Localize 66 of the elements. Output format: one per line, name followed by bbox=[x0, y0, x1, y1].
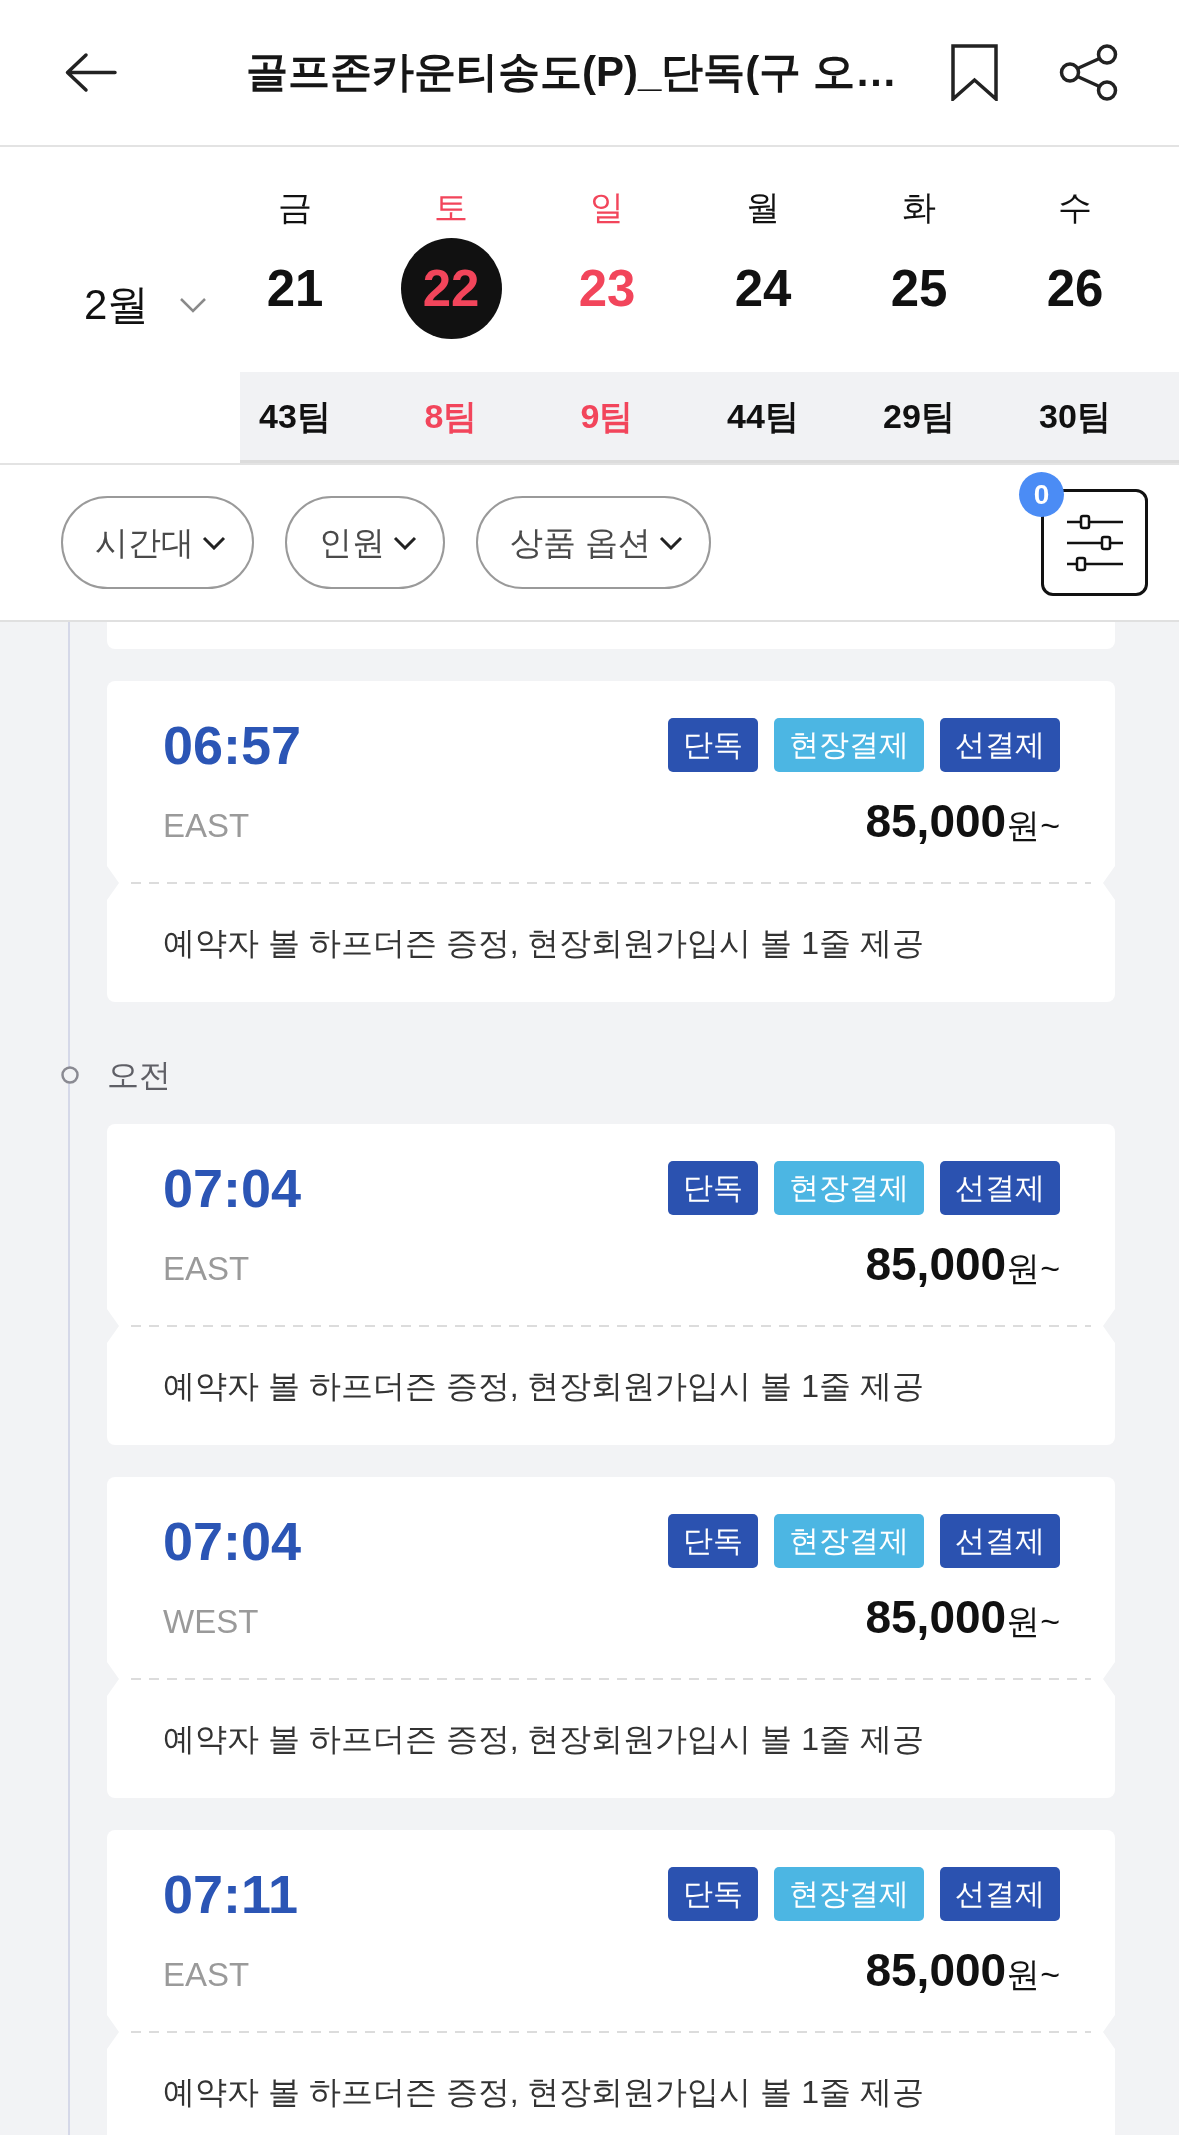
chevron-down-icon bbox=[659, 535, 684, 550]
option-tag: 단독 bbox=[668, 1161, 758, 1215]
course-name: EAST bbox=[163, 1250, 250, 1288]
date-button[interactable]: 25 bbox=[868, 238, 970, 339]
option-tag: 선결제 bbox=[940, 1161, 1060, 1215]
option-tag: 단독 bbox=[668, 718, 758, 772]
team-count: 30팀 bbox=[1039, 395, 1111, 437]
section-label: 오전 bbox=[107, 1058, 171, 1092]
timeline-dot-icon bbox=[61, 1066, 79, 1084]
team-count: 43팀 bbox=[259, 395, 331, 437]
weekday-label: 금 bbox=[278, 187, 312, 227]
team-count: 9팀 bbox=[580, 395, 634, 437]
weekday-label: 수 bbox=[1058, 187, 1092, 227]
bookmark-icon[interactable] bbox=[951, 44, 998, 101]
date-button[interactable]: 26 bbox=[1024, 238, 1126, 339]
date-button[interactable]: 24 bbox=[712, 238, 814, 339]
team-count: 44팀 bbox=[727, 395, 799, 437]
team-count: 29팀 bbox=[883, 395, 955, 437]
tee-time: 06:57 bbox=[163, 718, 302, 772]
price-unit: 원~ bbox=[1006, 1955, 1060, 1995]
chevron-down-icon bbox=[202, 535, 226, 550]
share-icon[interactable] bbox=[1059, 44, 1118, 101]
page-title: 골프존카운티송도(P)_단독(구 오… bbox=[246, 47, 897, 98]
sliders-icon bbox=[1066, 513, 1123, 572]
tee-time: 07:04 bbox=[163, 1161, 302, 1215]
option-tag: 선결제 bbox=[940, 1514, 1060, 1568]
date-button[interactable]: 23 bbox=[556, 238, 658, 339]
option-tag: 현장결제 bbox=[774, 1161, 924, 1215]
benefit-note: 예약자 볼 하프더즌 증정, 현장회원가입시 볼 1줄 제공 bbox=[163, 1719, 924, 1759]
price-unit: 원~ bbox=[1006, 806, 1060, 846]
filter-dropdown[interactable]: 인원 bbox=[285, 496, 445, 589]
price-text: 85,000 bbox=[865, 1591, 1007, 1644]
option-tag: 현장결제 bbox=[774, 1514, 924, 1568]
course-name: EAST bbox=[163, 807, 250, 845]
price-text: 85,000 bbox=[865, 1944, 1007, 1997]
back-arrow-icon[interactable] bbox=[64, 52, 117, 93]
filter-dropdown[interactable]: 시간대 bbox=[61, 496, 254, 589]
option-tag: 단독 bbox=[668, 1514, 758, 1568]
benefit-note: 예약자 볼 하프더즌 증정, 현장회원가입시 볼 1줄 제공 bbox=[163, 2072, 924, 2112]
option-tag: 현장결제 bbox=[774, 718, 924, 772]
weekday-label: 화 bbox=[902, 187, 936, 227]
weekday-label: 토 bbox=[434, 187, 468, 227]
price-unit: 원~ bbox=[1006, 1602, 1060, 1642]
course-name: WEST bbox=[163, 1603, 259, 1641]
count-badge: 0 bbox=[1019, 472, 1064, 517]
option-tag: 선결제 bbox=[940, 1867, 1060, 1921]
date-button[interactable]: 21 bbox=[244, 238, 346, 339]
tee-time: 07:04 bbox=[163, 1514, 302, 1568]
filter-dropdown[interactable]: 상품 옵션 bbox=[476, 496, 712, 589]
weekday-label: 일 bbox=[590, 187, 624, 227]
tee-time: 07:11 bbox=[163, 1867, 299, 1921]
option-tag: 선결제 bbox=[940, 718, 1060, 772]
price-unit: 원~ bbox=[1006, 1249, 1060, 1289]
course-name: EAST bbox=[163, 1956, 250, 1994]
chevron-down-icon bbox=[393, 535, 417, 550]
weekday-label: 월 bbox=[746, 187, 780, 227]
benefit-note: 예약자 볼 하프더즌 증정, 현장회원가입시 볼 1줄 제공 bbox=[163, 923, 924, 963]
price-text: 85,000 bbox=[865, 795, 1007, 848]
date-button[interactable]: 22 bbox=[400, 238, 502, 339]
chevron-down-icon bbox=[179, 297, 208, 313]
month-dropdown[interactable]: 2월 bbox=[84, 280, 208, 330]
price-text: 85,000 bbox=[865, 1238, 1007, 1291]
benefit-note: 예약자 볼 하프더즌 증정, 현장회원가입시 볼 1줄 제공 bbox=[163, 1366, 924, 1406]
option-tag: 현장결제 bbox=[774, 1867, 924, 1921]
option-tag: 단독 bbox=[668, 1867, 758, 1921]
team-count: 8팀 bbox=[424, 395, 478, 437]
